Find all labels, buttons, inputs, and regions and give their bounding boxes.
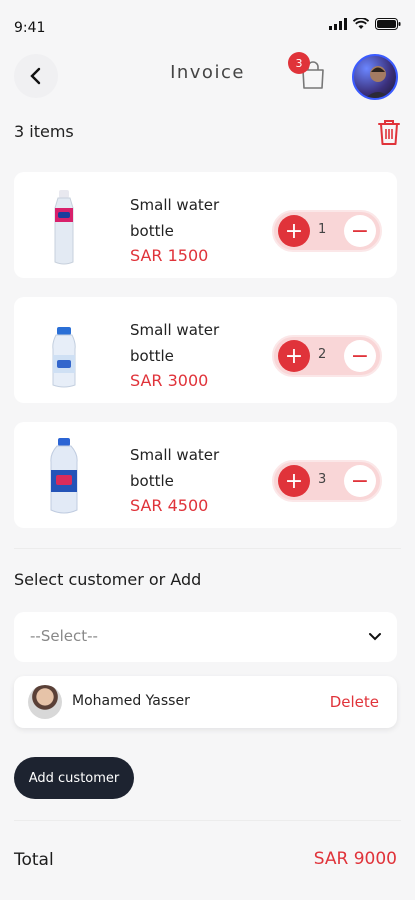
quantity-value: 1 — [318, 222, 327, 237]
water-bottle-image — [52, 327, 76, 388]
product-text: Small water bottle SAR 4500 — [130, 442, 240, 515]
increase-button[interactable]: + — [278, 215, 310, 247]
product-name: Small water bottle — [130, 196, 220, 240]
customer-section-label: Select customer or Add — [14, 570, 202, 589]
signal-icon — [329, 18, 347, 30]
select-value: --Select-- — [30, 627, 98, 645]
decrease-button[interactable]: − — [344, 340, 376, 372]
header: Invoice 3 — [0, 50, 415, 106]
decrease-button[interactable]: − — [344, 465, 376, 497]
customer-select[interactable]: --Select-- — [14, 612, 397, 662]
delete-customer-button[interactable]: Delete — [330, 693, 379, 711]
quantity-stepper: + 1 − — [272, 210, 382, 252]
cart-item-card: Small water bottle SAR 4500 + 3 − — [14, 422, 397, 528]
selected-customer-card: Mohamed Yasser Delete — [14, 676, 397, 728]
quantity-stepper: + 2 − — [272, 335, 382, 377]
items-count: 3 items — [14, 122, 74, 141]
product-text: Small water bottle SAR 3000 — [130, 317, 240, 390]
product-name: Small water bottle — [130, 321, 220, 365]
wifi-icon — [353, 18, 369, 29]
items-header: 3 items — [14, 118, 401, 148]
cart-button[interactable]: 3 — [288, 52, 334, 94]
product-price: SAR 3000 — [130, 371, 209, 390]
clear-cart-button[interactable] — [377, 118, 401, 150]
divider — [14, 820, 401, 821]
decrease-button[interactable]: − — [344, 215, 376, 247]
product-price: SAR 4500 — [130, 496, 209, 515]
increase-button[interactable]: + — [278, 340, 310, 372]
status-icons — [329, 18, 401, 30]
increase-button[interactable]: + — [278, 465, 310, 497]
cart-item-card: Small water bottle SAR 3000 + 2 − — [14, 297, 397, 403]
divider — [14, 548, 401, 549]
water-bottle-image — [50, 438, 78, 514]
quantity-stepper: + 3 − — [272, 460, 382, 502]
status-bar: 9:41 — [0, 0, 415, 44]
product-name: Small water bottle — [130, 446, 220, 490]
customer-avatar — [28, 685, 62, 719]
add-customer-button[interactable]: Add customer — [14, 757, 134, 799]
total-label: Total — [14, 850, 54, 870]
user-photo-icon — [365, 66, 391, 98]
product-text: Small water bottle SAR 1500 — [130, 192, 240, 265]
cart-badge: 3 — [288, 52, 310, 74]
trash-icon — [378, 120, 400, 145]
total-value: SAR 9000 — [313, 849, 397, 869]
status-time: 9:41 — [14, 20, 46, 36]
profile-avatar[interactable] — [352, 54, 398, 100]
quantity-value: 2 — [318, 347, 327, 362]
quantity-value: 3 — [318, 472, 327, 487]
cart-item-card: Small water bottle SAR 1500 + 1 − — [14, 172, 397, 278]
water-bottle-image — [54, 190, 74, 265]
product-price: SAR 1500 — [130, 246, 209, 265]
customer-name: Mohamed Yasser — [72, 693, 190, 709]
battery-icon — [375, 18, 401, 30]
chevron-down-icon — [369, 633, 381, 641]
